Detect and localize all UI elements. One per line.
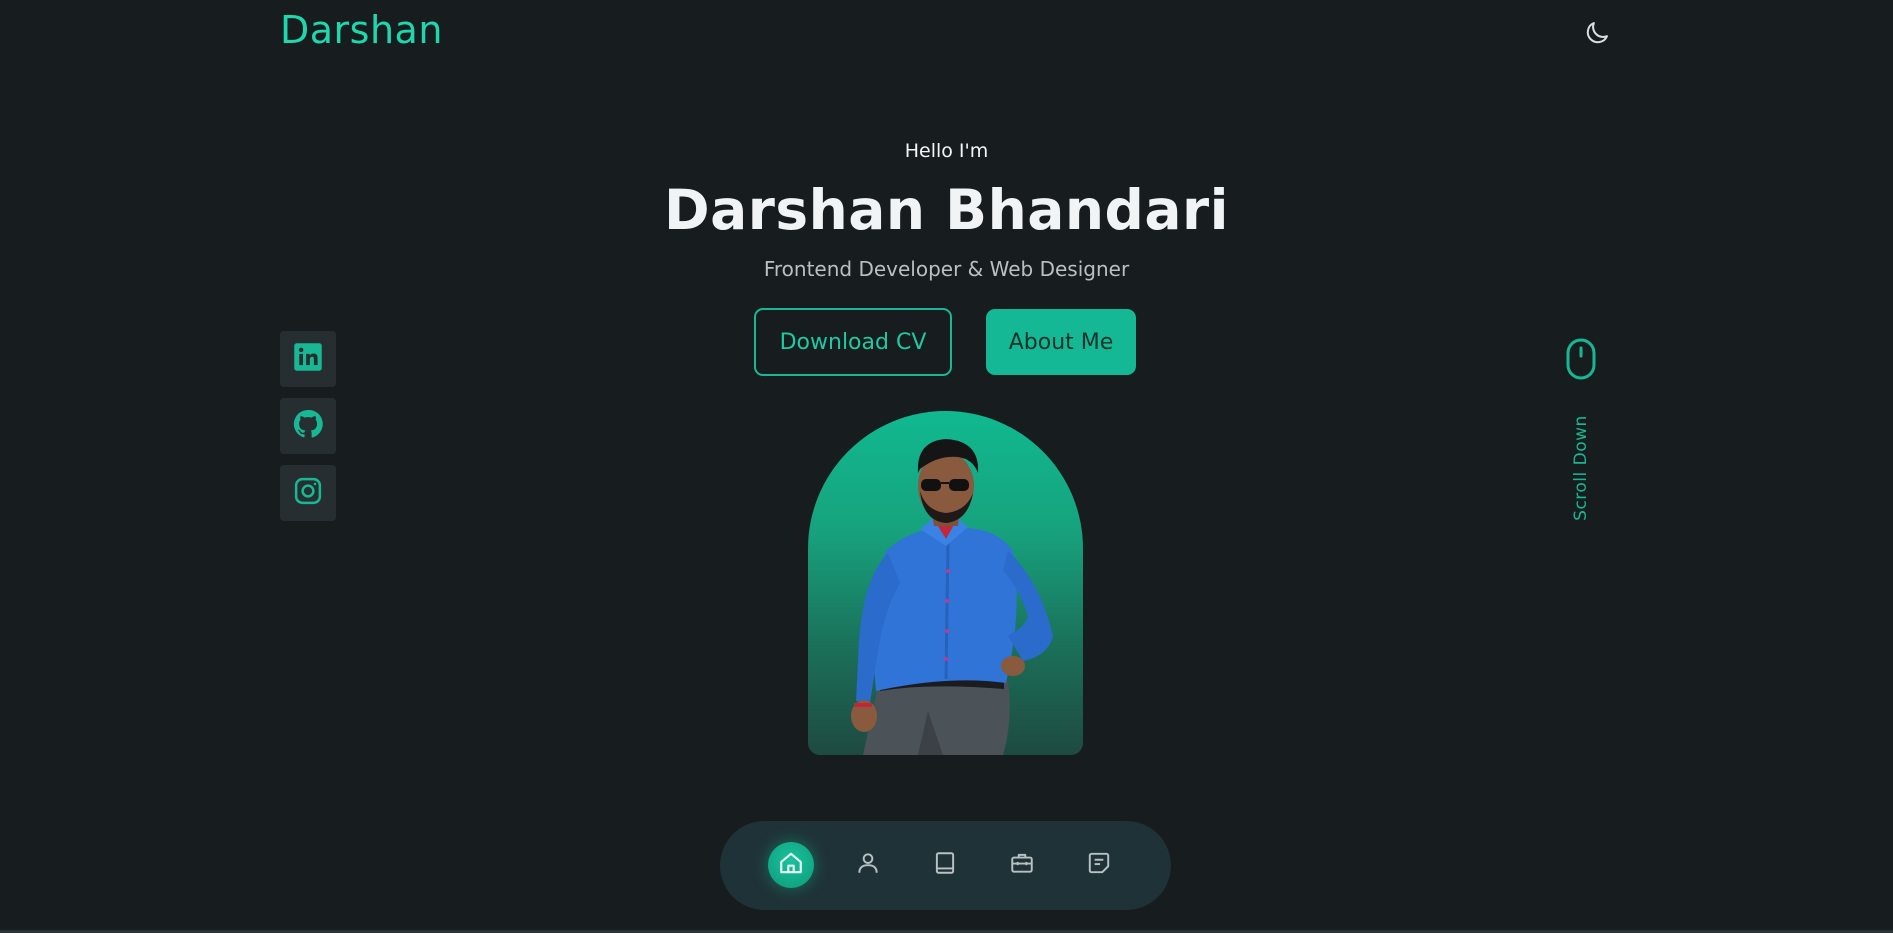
site-logo[interactable]: Darshan [280,8,443,52]
hero-name: Darshan Bhandari [663,178,1229,242]
linkedin-link[interactable] [280,331,336,387]
instagram-link[interactable] [280,465,336,521]
portfolio-page: Darshan Hello I'm Darshan Bhandari Front… [0,0,1893,933]
bottom-nav [720,821,1171,910]
user-icon [855,850,881,880]
hero-role: Frontend Developer & Web Designer [763,257,1130,281]
message-icon [1086,850,1112,880]
nav-home[interactable] [768,842,814,888]
github-link[interactable] [280,398,336,454]
instagram-icon [293,476,323,510]
mouse-icon[interactable] [1565,338,1597,380]
nav-skills[interactable] [922,842,968,888]
nav-about[interactable] [845,842,891,888]
home-icon [778,850,804,880]
nav-contact[interactable] [1076,842,1122,888]
profile-photo [808,411,1083,755]
download-cv-button[interactable]: Download CV [754,308,952,376]
moon-icon[interactable] [1582,18,1612,48]
scroll-down-label[interactable]: Scroll Down [1571,415,1591,521]
briefcase-icon [1009,850,1035,880]
hero-greeting: Hello I'm [904,140,989,162]
book-icon [932,850,958,880]
github-icon [292,408,324,444]
nav-portfolio[interactable] [999,842,1045,888]
linkedin-icon [293,342,323,376]
about-me-button[interactable]: About Me [986,309,1136,375]
